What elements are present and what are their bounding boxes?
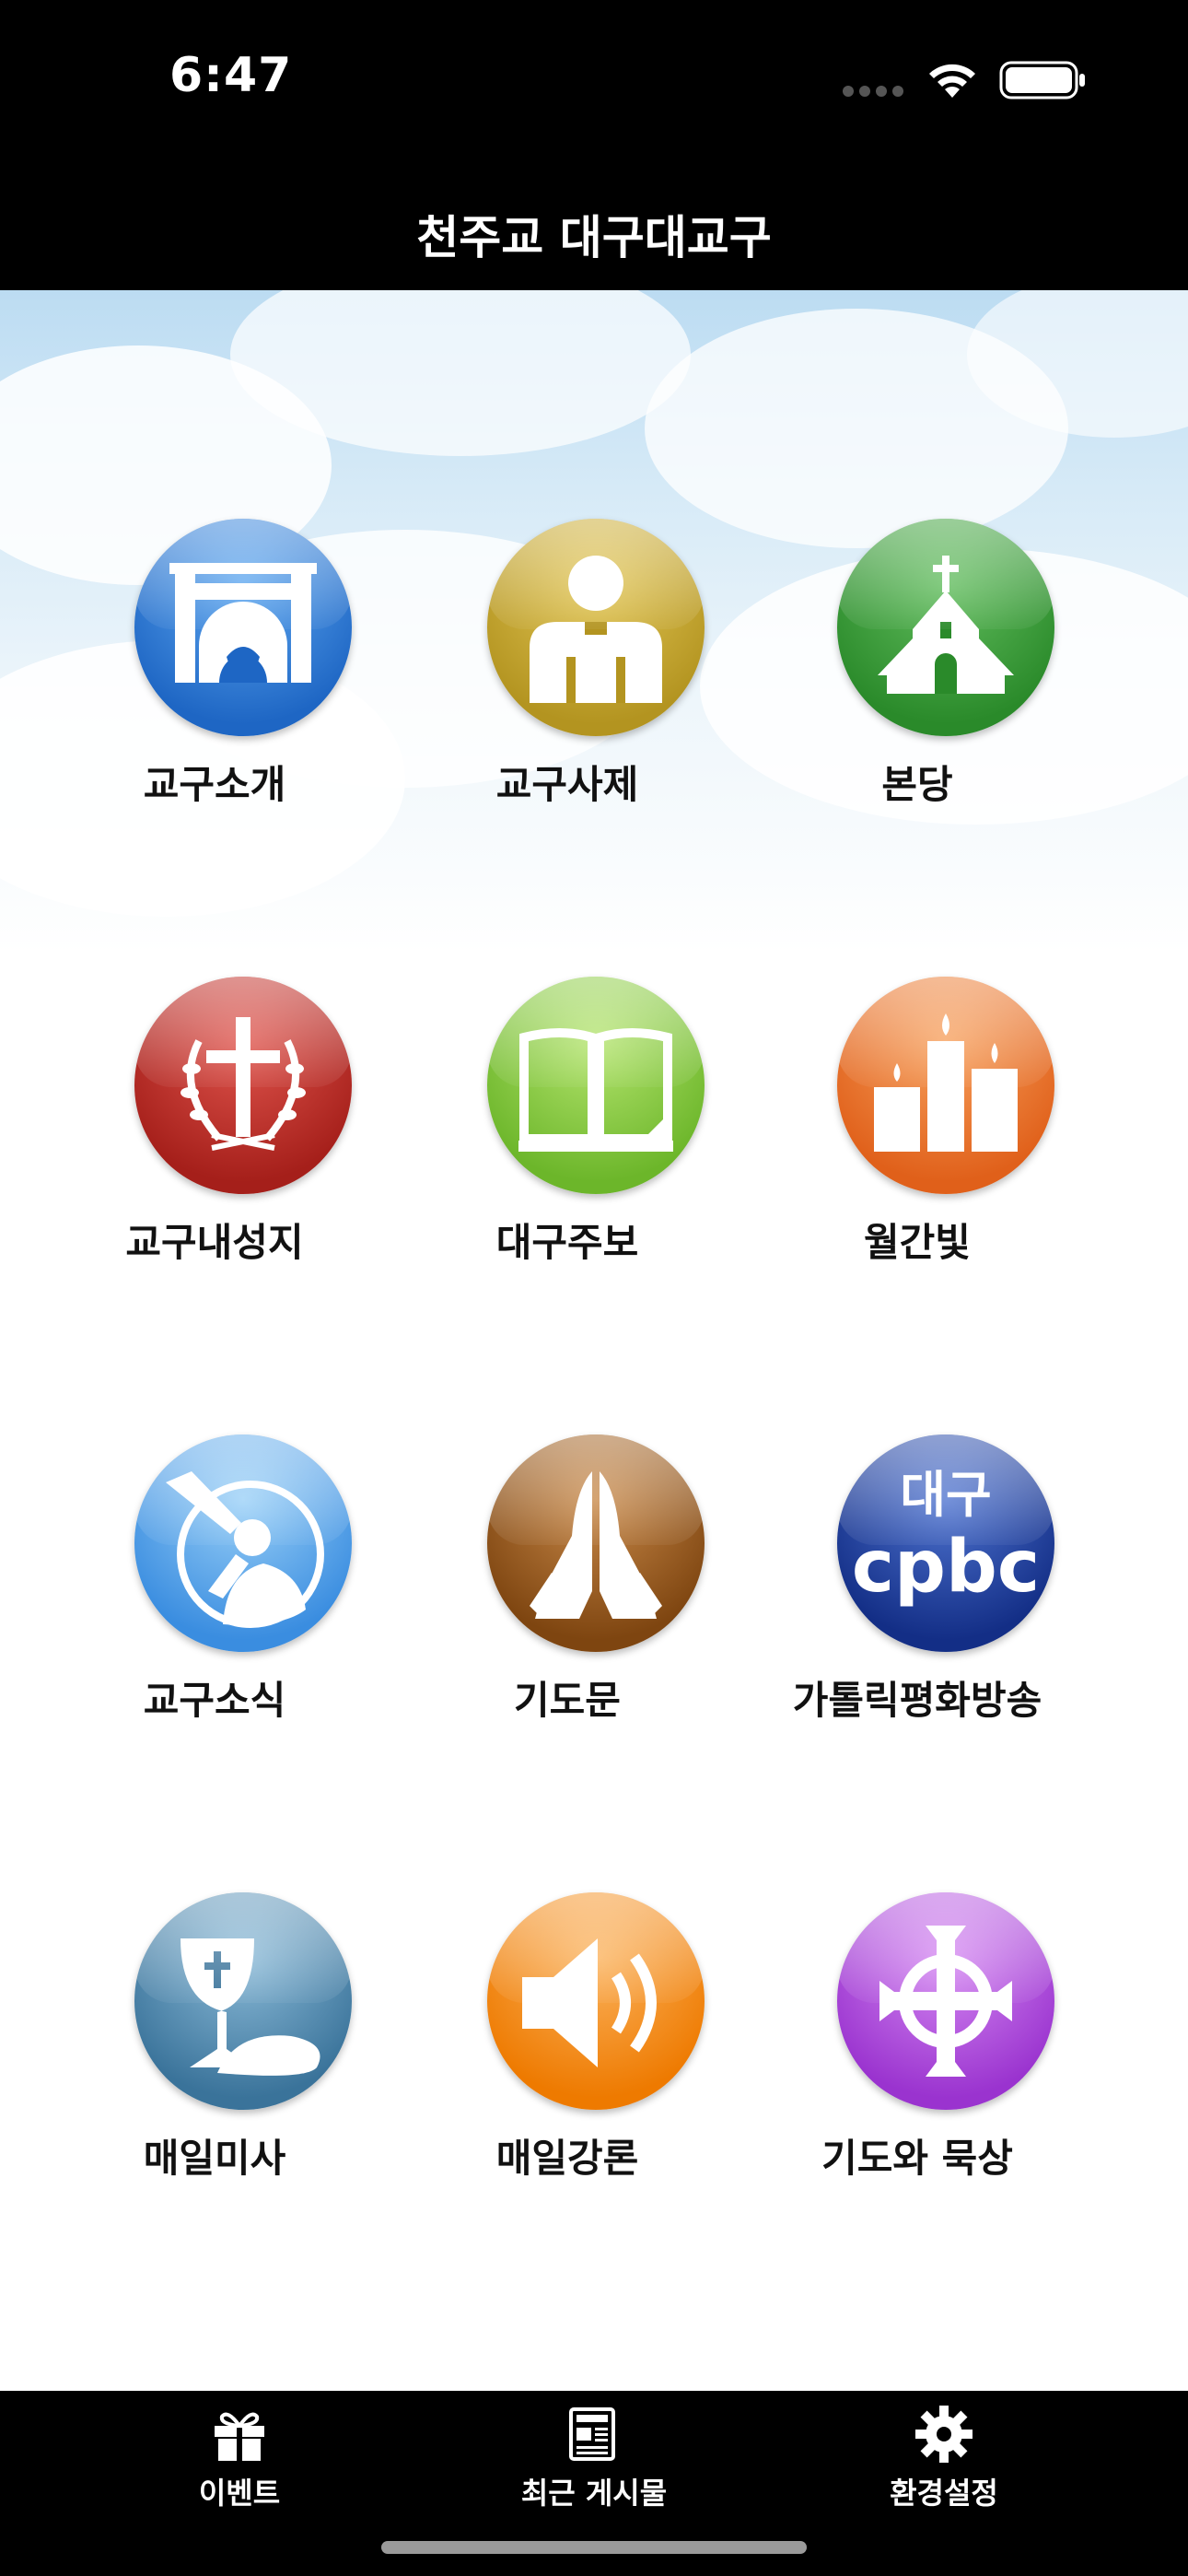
tab-label: 이벤트 bbox=[198, 2476, 281, 2511]
menu-item-daily-homily[interactable]: 매일강론 bbox=[402, 1892, 733, 2224]
gear-icon bbox=[915, 2406, 973, 2463]
praying-hands-icon bbox=[487, 1434, 705, 1652]
gift-icon bbox=[215, 2412, 264, 2461]
trumpet-herald-icon bbox=[134, 1434, 352, 1652]
status-time: 6:47 bbox=[169, 48, 293, 103]
menu-item-monthly-light[interactable]: 월간빛 bbox=[751, 977, 1083, 1308]
menu-label: 교구소개 bbox=[143, 762, 286, 807]
menu-label: 교구사제 bbox=[495, 762, 639, 807]
menu-item-parish[interactable]: 본당 bbox=[751, 519, 1083, 850]
priest-icon bbox=[487, 519, 705, 736]
celtic-cross-icon bbox=[837, 1892, 1054, 2110]
cross-laurel-icon bbox=[134, 977, 352, 1194]
wifi-icon bbox=[929, 64, 975, 98]
menu-label: 교구내성지 bbox=[125, 1220, 304, 1265]
cellular-signal-icon bbox=[843, 86, 903, 97]
tab-label: 환경설정 bbox=[890, 2476, 998, 2511]
menu-label: 교구소식 bbox=[143, 1678, 286, 1723]
chalice-bread-icon bbox=[134, 1892, 352, 2110]
menu-label: 기도문 bbox=[514, 1678, 621, 1723]
open-book-icon bbox=[487, 977, 705, 1194]
menu-item-daegu-bulletin[interactable]: 대구주보 bbox=[402, 977, 733, 1308]
menu-label: 본당 bbox=[881, 762, 953, 807]
menu-label: 기도와 묵상 bbox=[821, 2136, 1013, 2181]
menu-label: 대구주보 bbox=[495, 1220, 639, 1265]
tab-settings[interactable]: 환경설정 bbox=[806, 2404, 1082, 2514]
menu-item-diocese-news[interactable]: 교구소식 bbox=[49, 1434, 380, 1766]
navigation-bar: 천주교 대구대교구 bbox=[0, 157, 1188, 290]
status-bar: 6:47 bbox=[0, 0, 1188, 157]
menu-label: 가톨릭평화방송 bbox=[792, 1678, 1042, 1723]
page-title: 천주교 대구대교구 bbox=[416, 211, 772, 264]
home-indicator[interactable] bbox=[381, 2541, 807, 2554]
menu-item-cpbc-broadcasting[interactable]: 대구 cpbc 가톨릭평화방송 bbox=[751, 1434, 1083, 1766]
cathedral-arch-icon bbox=[134, 519, 352, 736]
menu-item-diocese-intro[interactable]: 교구소개 bbox=[49, 519, 380, 850]
tab-events[interactable]: 이벤트 bbox=[101, 2404, 378, 2514]
menu-label: 월간빛 bbox=[864, 1220, 971, 1265]
menu-item-holy-sites[interactable]: 교구내성지 bbox=[49, 977, 380, 1308]
menu-item-diocesan-priests[interactable]: 교구사제 bbox=[402, 519, 733, 850]
church-icon bbox=[837, 519, 1054, 736]
news-icon bbox=[569, 2407, 615, 2461]
menu-item-prayers[interactable]: 기도문 bbox=[402, 1434, 733, 1766]
speaker-icon bbox=[487, 1892, 705, 2110]
tab-label: 최근 게시물 bbox=[520, 2476, 668, 2511]
menu-label: 매일강론 bbox=[495, 2136, 639, 2181]
candles-icon bbox=[837, 977, 1054, 1194]
menu-label: 매일미사 bbox=[143, 2136, 286, 2181]
battery-icon bbox=[999, 61, 1085, 100]
tab-recent-posts[interactable]: 최근 게시물 bbox=[456, 2404, 732, 2514]
cpbc-logo-icon: 대구 cpbc bbox=[837, 1434, 1054, 1652]
menu-item-daily-mass[interactable]: 매일미사 bbox=[49, 1892, 380, 2224]
menu-item-prayer-meditation[interactable]: 기도와 묵상 bbox=[751, 1892, 1083, 2224]
